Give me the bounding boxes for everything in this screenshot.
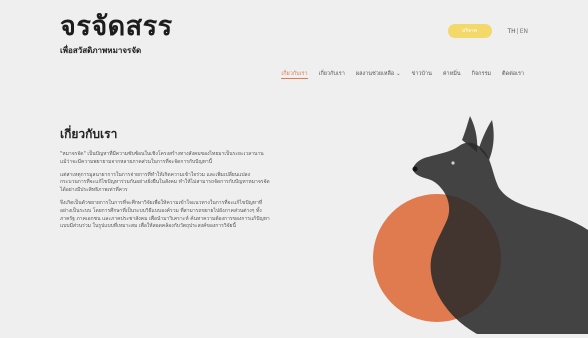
brand-subtitle: เพื่อสวัสดิภาพหมาจรจัด xyxy=(60,46,142,55)
hero-illustration xyxy=(355,110,588,334)
dog-illustration xyxy=(373,116,588,334)
nav-item-about-2[interactable]: เกี่ยวกับเรา xyxy=(319,70,345,79)
nav-item-news[interactable]: ข่าวบ้าน xyxy=(412,70,432,79)
nav-item-contact[interactable]: ติดต่อเรา xyxy=(502,70,524,79)
lang-separator: | xyxy=(516,27,519,35)
about-paragraph-3: จึงเกิดเป็นตัวขยายการในการที่จะศึกษาวิจั… xyxy=(60,199,270,230)
lang-th-link[interactable]: TH xyxy=(508,28,516,35)
header-actions: บริจาค TH | EN xyxy=(447,24,529,38)
about-paragraph-1: "หมาจรจัด" เป็นปัญหาที่มีความซับซ้อนในเช… xyxy=(60,151,264,165)
about-heading: เกี่ยวกับเรา xyxy=(60,127,118,141)
nav-item-knowledge[interactable]: ค่าหมิ่น xyxy=(443,70,461,79)
dog-eye xyxy=(451,161,455,165)
nav-item-projects-dropdown[interactable]: ผลงานช่วยเหลือ ⌄ xyxy=(356,70,401,79)
main-nav: เกี่ยวกับเรา เกี่ยวกับเรา ผลงานช่วยเหลือ… xyxy=(281,70,524,79)
brand-title[interactable]: จรจัดสรร xyxy=(60,12,173,42)
donate-button[interactable]: บริจาค xyxy=(447,24,492,38)
nav-item-activities[interactable]: กิจกรรม xyxy=(472,70,491,79)
about-paragraph-2: แต่สาเหตุการมูลนายาการในการจ่ายการที่ทำใ… xyxy=(60,171,270,194)
lang-en-link[interactable]: EN xyxy=(520,28,528,35)
brand[interactable]: จรจัดสรร เพื่อสวัสดิภาพหมาจรจัด xyxy=(60,12,173,57)
about-section: เกี่ยวกับเรา "หมาจรจัด" เป็นปัญหาที่มีคว… xyxy=(60,125,270,236)
dog-nose xyxy=(412,166,418,172)
language-switcher: TH | EN xyxy=(508,28,529,35)
nav-item-about[interactable]: เกี่ยวกับเรา xyxy=(281,70,308,79)
